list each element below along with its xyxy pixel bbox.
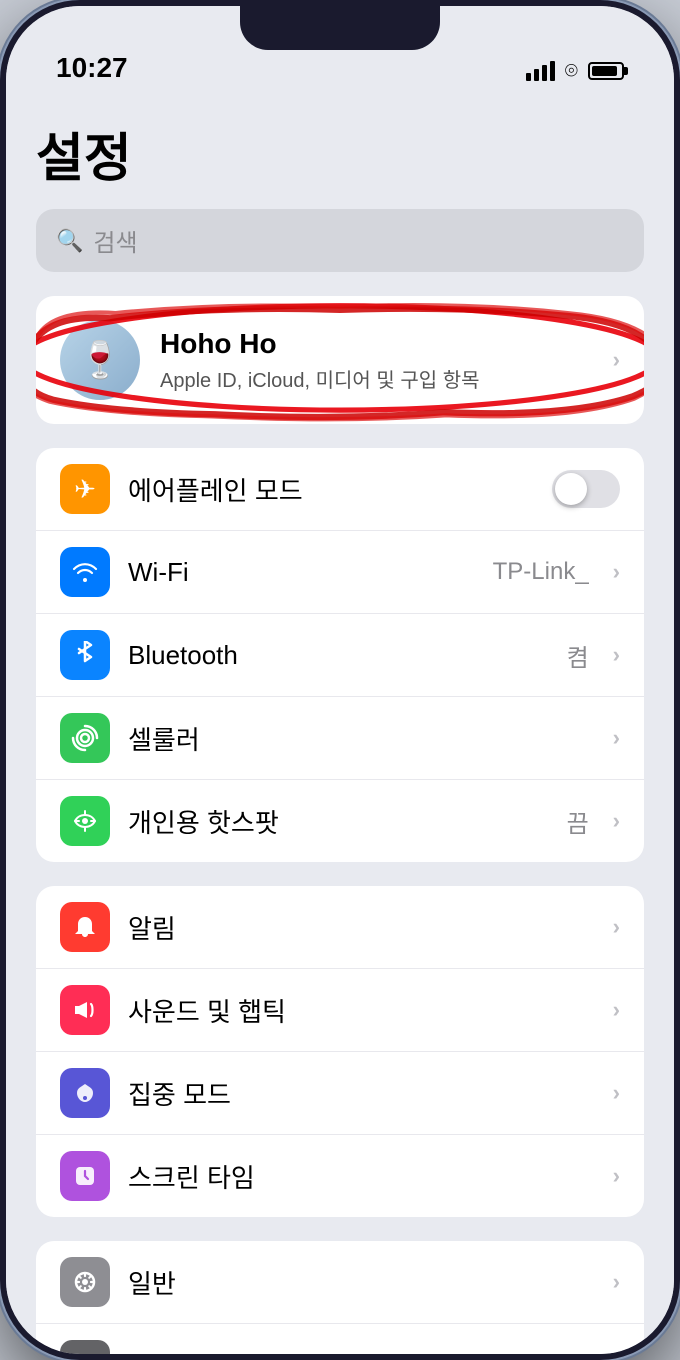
hotspot-icon [60,796,110,846]
search-placeholder: 검색 [93,223,137,258]
focus-row[interactable]: 집중 모드 › [36,1051,644,1134]
phone-frame: 10:27 ⌾ 설정 🔍 검색 [0,0,680,1360]
screentime-chevron-icon: › [613,1163,620,1189]
hotspot-row[interactable]: 개인용 핫스팟 끔 › [36,779,644,862]
control-center-chevron-icon: › [613,1352,620,1354]
phone-screen: 10:27 ⌾ 설정 🔍 검색 [6,6,674,1354]
signal-icon [526,61,555,81]
bluetooth-value: 켬 [567,638,589,673]
status-time: 10:27 [56,52,526,84]
profile-name: Hoho Ho [160,328,593,360]
airplane-toggle[interactable] [552,470,620,508]
notifications-chevron-icon: › [613,914,620,940]
bluetooth-label: Bluetooth [128,640,549,671]
profile-subtitle: Apple ID, iCloud, 미디어 및 구입 항목 [160,364,593,393]
wifi-label: Wi-Fi [128,557,475,588]
wifi-row[interactable]: Wi-Fi TP-Link_ › [36,530,644,613]
general-row[interactable]: 일반 › [36,1241,644,1323]
notifications-row[interactable]: 알림 › [36,886,644,968]
battery-icon [588,62,624,80]
focus-label: 집중 모드 [128,1075,595,1112]
general-settings-card: 일반 › 제어 센터 › [36,1241,644,1354]
notification-settings-card: 알림 › 사운드 및 햅틱 › [36,886,644,1217]
wifi-chevron-icon: › [613,559,620,585]
sound-row[interactable]: 사운드 및 햅틱 › [36,968,644,1051]
profile-row[interactable]: 🍷 Hoho Ho Apple ID, iCloud, 미디어 및 구입 항목 … [36,300,644,420]
search-bar[interactable]: 🔍 검색 [36,209,644,272]
focus-icon [60,1068,110,1118]
bluetooth-icon [60,630,110,680]
notifications-label: 알림 [128,909,595,946]
control-center-row[interactable]: 제어 센터 › [36,1323,644,1354]
cellular-label: 셀룰러 [128,720,595,757]
wifi-value: TP-Link_ [493,558,589,586]
status-bar: 10:27 ⌾ [6,6,674,96]
network-settings-card: ✈ 에어플레인 모드 Wi-Fi [36,448,644,862]
page-title: 설정 [36,96,644,209]
wifi-icon-btn [60,547,110,597]
airplane-mode-row[interactable]: ✈ 에어플레인 모드 [36,448,644,530]
screentime-icon [60,1151,110,1201]
notch [240,6,440,50]
cellular-chevron-icon: › [613,725,620,751]
profile-info: Hoho Ho Apple ID, iCloud, 미디어 및 구입 항목 [160,328,593,393]
hotspot-chevron-icon: › [613,808,620,834]
search-icon: 🔍 [56,228,83,254]
profile-card[interactable]: 🍷 Hoho Ho Apple ID, iCloud, 미디어 및 구입 항목 … [36,296,644,424]
bluetooth-row[interactable]: Bluetooth 켬 › [36,613,644,696]
screentime-row[interactable]: 스크린 타임 › [36,1134,644,1217]
avatar: 🍷 [60,320,140,400]
profile-chevron-icon: › [613,347,620,373]
wifi-icon: ⌾ [565,58,578,84]
screen-content[interactable]: 설정 🔍 검색 🍷 [6,96,674,1354]
sound-icon [60,985,110,1035]
airplane-icon: ✈ [60,464,110,514]
sound-label: 사운드 및 햅틱 [128,992,595,1029]
general-label: 일반 [128,1264,595,1301]
bluetooth-chevron-icon: › [613,642,620,668]
control-center-label: 제어 센터 [128,1347,595,1355]
general-icon [60,1257,110,1307]
hotspot-label: 개인용 핫스팟 [128,803,549,840]
status-icons: ⌾ [526,58,624,84]
general-chevron-icon: › [613,1269,620,1295]
cellular-icon [60,713,110,763]
notification-icon [60,902,110,952]
control-center-icon [60,1340,110,1354]
focus-chevron-icon: › [613,1080,620,1106]
hotspot-value: 끔 [567,804,589,839]
airplane-label: 에어플레인 모드 [128,471,534,508]
sound-chevron-icon: › [613,997,620,1023]
cellular-row[interactable]: 셀룰러 › [36,696,644,779]
screentime-label: 스크린 타임 [128,1158,595,1195]
